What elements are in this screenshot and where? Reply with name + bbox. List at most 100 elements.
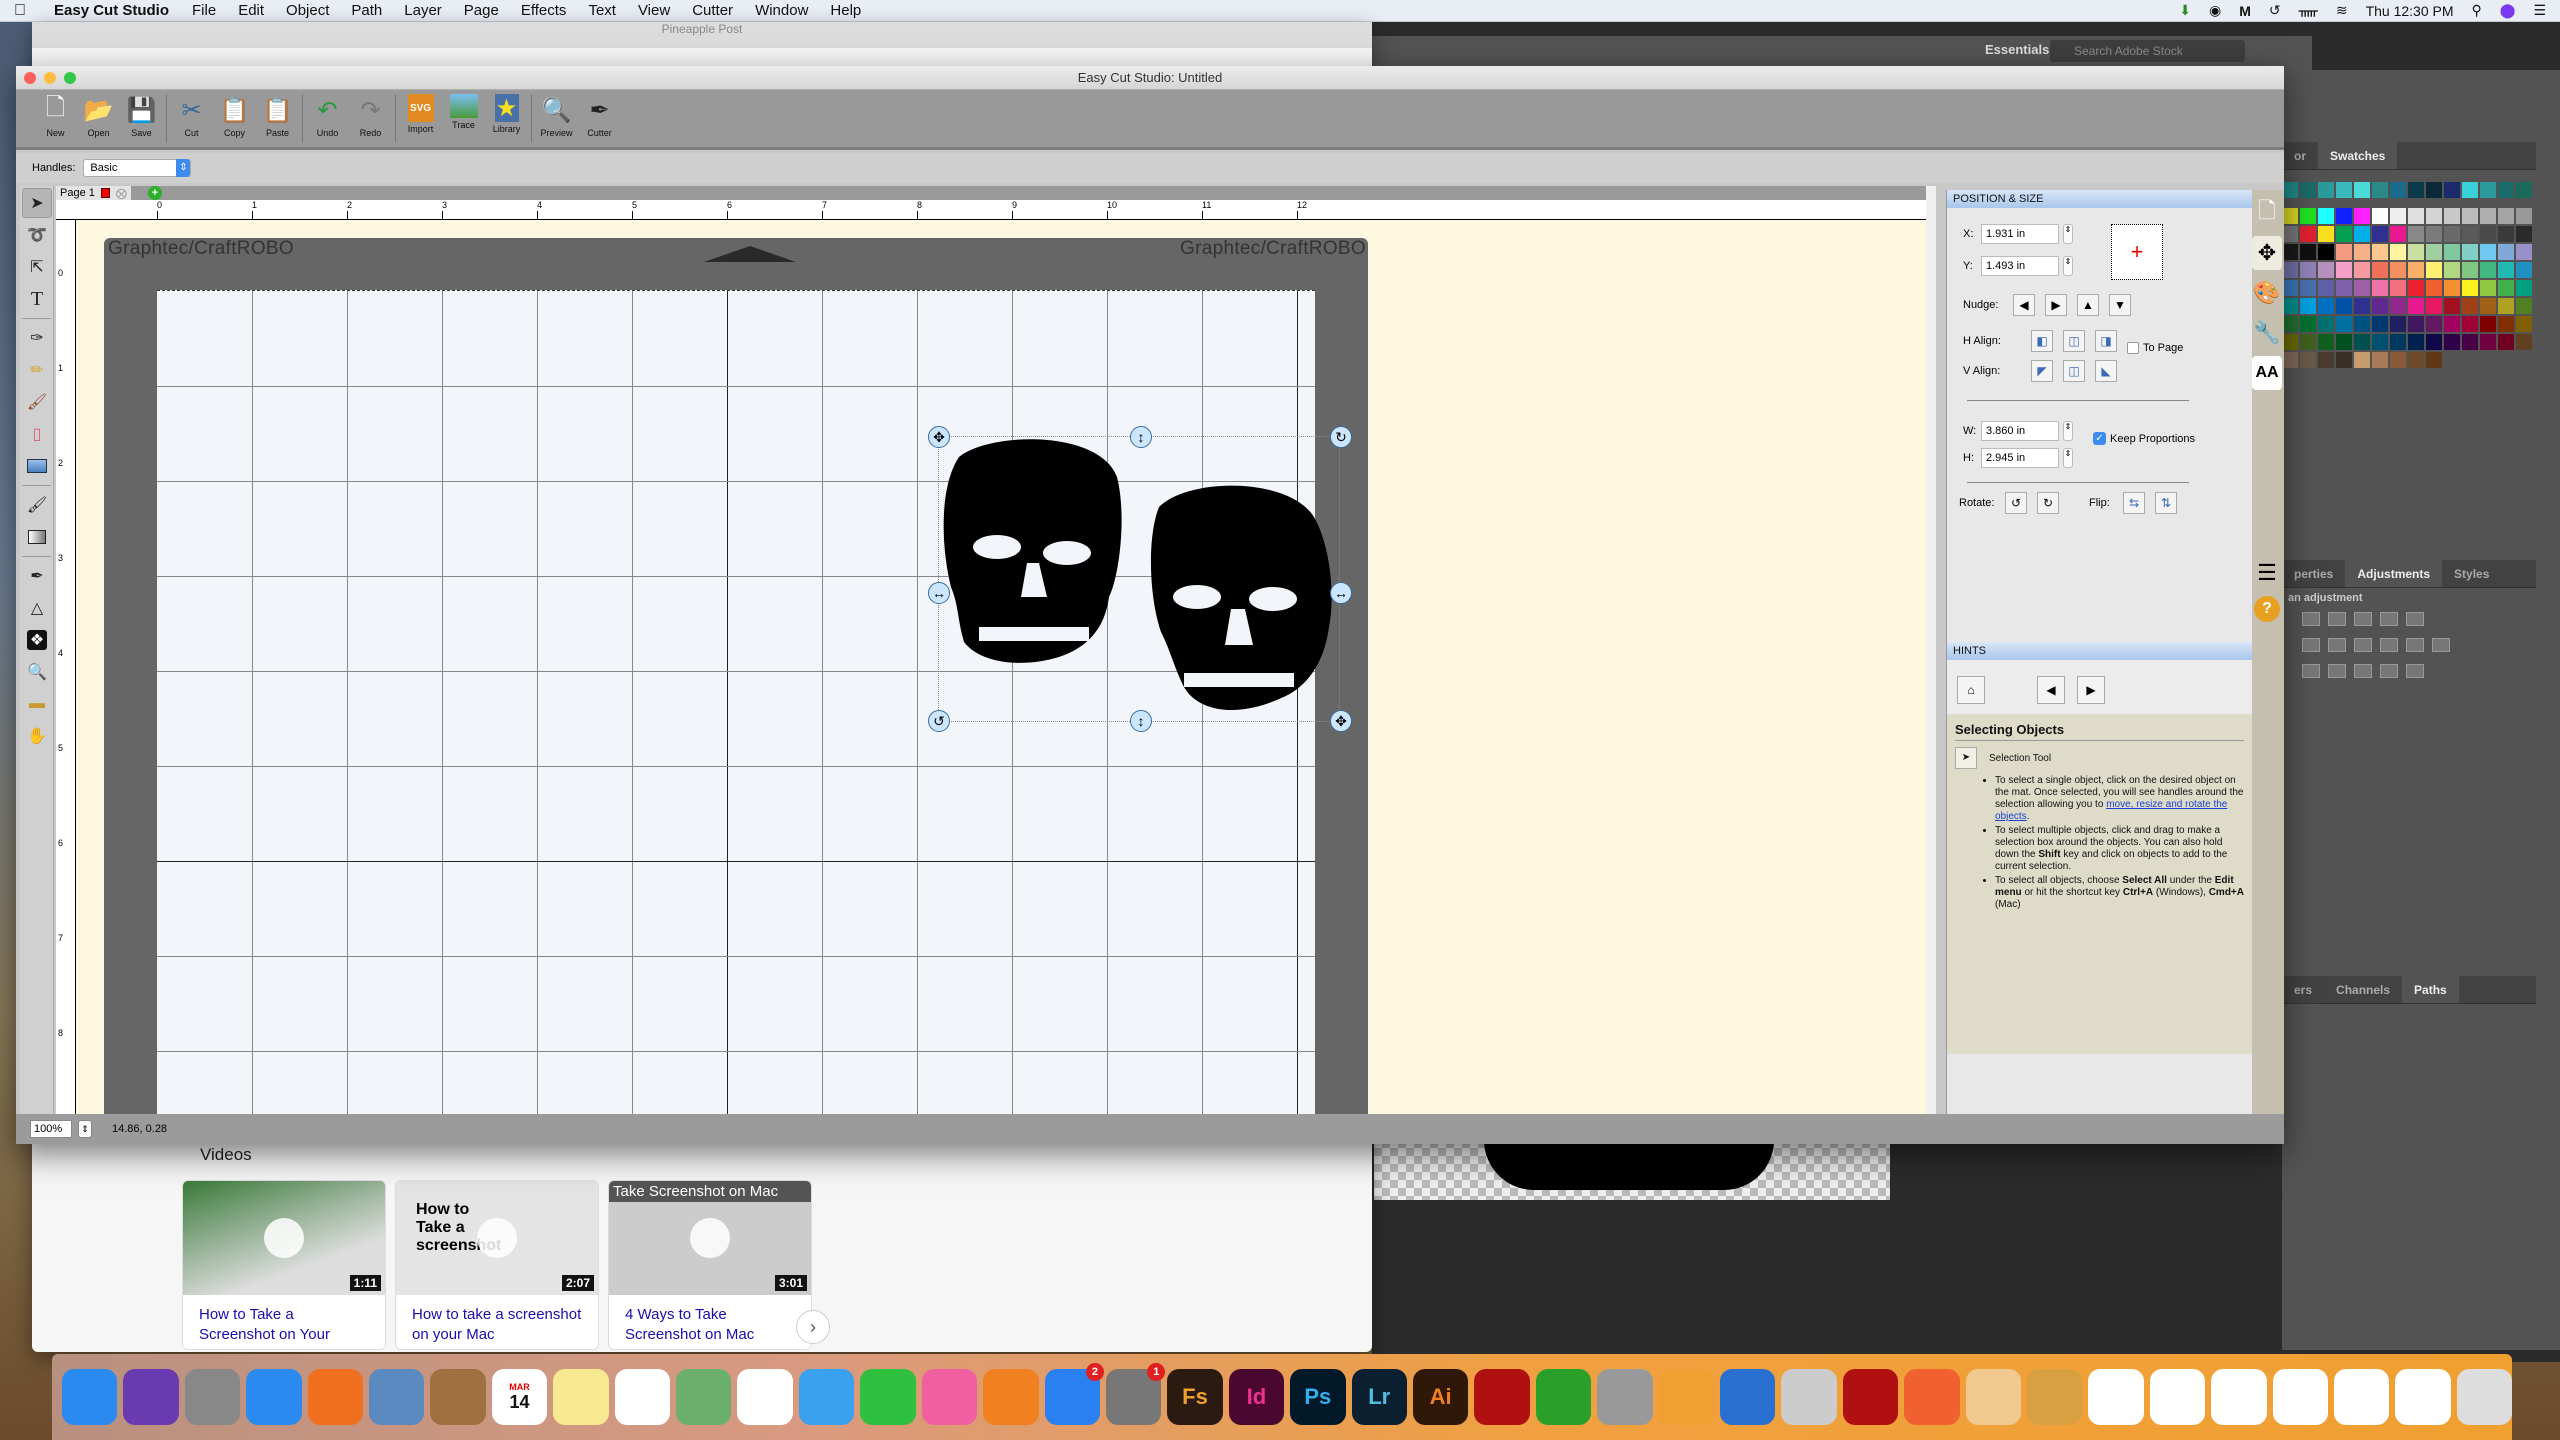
close-window-button[interactable] — [24, 72, 36, 84]
page-panel-icon[interactable]: 🗋 — [2252, 196, 2282, 230]
swatch[interactable] — [2354, 262, 2370, 278]
dock-app-docs[interactable] — [2334, 1369, 2390, 1425]
height-stepper[interactable]: ⇕ — [2063, 448, 2073, 468]
swatch[interactable] — [2480, 244, 2496, 260]
menu-app-name[interactable]: Easy Cut Studio — [40, 2, 181, 19]
dock-app-safari[interactable] — [246, 1369, 302, 1425]
swatch[interactable] — [2354, 352, 2370, 368]
menu-page[interactable]: Page — [453, 2, 510, 19]
swatch[interactable] — [2318, 316, 2334, 332]
width-field[interactable]: 3.860 in — [1981, 420, 2059, 441]
swatch[interactable] — [2372, 226, 2388, 242]
swatch[interactable] — [2282, 208, 2298, 224]
dock-app-itunes[interactable] — [921, 1369, 978, 1425]
nudge-right-button[interactable]: ▶ — [2045, 294, 2067, 316]
save-button[interactable]: 💾 Save — [120, 90, 163, 146]
dock-app-contacts[interactable] — [430, 1369, 486, 1425]
width-stepper[interactable]: ⇕ — [2063, 420, 2073, 441]
swatch[interactable] — [2408, 182, 2424, 198]
hints-home-button[interactable]: ⌂ — [1957, 676, 1985, 704]
dock-app-help[interactable] — [1965, 1369, 2021, 1425]
swatch[interactable] — [2444, 298, 2460, 314]
swatch[interactable] — [2318, 262, 2334, 278]
resize-vertical-handle-icon[interactable]: ↕ — [1130, 426, 1152, 448]
swatch[interactable] — [2390, 182, 2406, 198]
keep-proportions-checkbox[interactable]: ✓ — [2093, 432, 2106, 445]
preview-button[interactable]: 🔍 Preview — [535, 90, 578, 146]
rotate-left-button[interactable]: ↺ — [2005, 492, 2027, 514]
eraser-tool-icon[interactable]: ▯ — [22, 419, 52, 449]
swatch[interactable] — [2354, 298, 2370, 314]
ps-swatch-grid[interactable] — [2282, 208, 2532, 368]
dock-app-notes[interactable] — [553, 1369, 609, 1425]
ps-tab-styles[interactable]: Styles — [2442, 560, 2501, 587]
swatch[interactable] — [2444, 334, 2460, 350]
swatch[interactable] — [2408, 262, 2424, 278]
selection-tool-icon[interactable]: ➤ — [22, 188, 52, 218]
new-button[interactable]: 🗋 New — [34, 90, 77, 146]
cut-button[interactable]: ✂ Cut — [170, 90, 213, 146]
swatch[interactable] — [2444, 226, 2460, 242]
dock-app-docs[interactable] — [2149, 1369, 2206, 1425]
swatch[interactable] — [2426, 352, 2442, 368]
cutter-button[interactable]: ✒ Cutter — [578, 90, 621, 146]
swatch[interactable] — [2318, 334, 2334, 350]
align-right-button[interactable]: ◨ — [2095, 330, 2117, 352]
menu-path[interactable]: Path — [340, 2, 393, 19]
swatch[interactable] — [2354, 244, 2370, 260]
swatch[interactable] — [2336, 352, 2352, 368]
y-stepper[interactable]: ⇕ — [2063, 256, 2073, 276]
swatch[interactable] — [2372, 208, 2388, 224]
swatch[interactable] — [2516, 244, 2532, 260]
canvas-area[interactable]: Page 1 ⨂ + 0 1 2 3 4 5 6 7 8 9 10 11 12 012345678 Gr… — [56, 186, 1936, 1134]
video-title-link[interactable]: How to take a screenshot on your Mac — [396, 1295, 598, 1349]
swatch[interactable] — [2516, 316, 2532, 332]
video-card[interactable]: Take Screenshot on Mac 3:01 4 Ways to Tak… — [608, 1180, 812, 1350]
swatch[interactable] — [2300, 316, 2316, 332]
video-thumbnail[interactable]: How to Take a screenshot 2:07 — [396, 1181, 598, 1295]
dock-app-migration[interactable] — [1719, 1369, 1776, 1425]
malwarebytes-icon[interactable]: M — [2239, 3, 2251, 19]
dock-app-music[interactable] — [1781, 1369, 1837, 1425]
video-title-link[interactable]: How to Take a Screenshot on Your — [183, 1295, 385, 1349]
library-button[interactable]: ★ Library — [485, 90, 528, 146]
reference-point-selector[interactable]: + — [2111, 224, 2163, 280]
zoom-tool-icon[interactable]: 🔍 — [22, 657, 52, 687]
swatch[interactable] — [2480, 334, 2496, 350]
swatch[interactable] — [2282, 182, 2298, 198]
swatch[interactable] — [2408, 334, 2424, 350]
carousel-next-button[interactable]: › — [796, 1310, 830, 1344]
swatch[interactable] — [2300, 280, 2316, 296]
swatch[interactable] — [2372, 182, 2388, 198]
swatch[interactable] — [2390, 280, 2406, 296]
swatch[interactable] — [2498, 262, 2514, 278]
dock-app-maps[interactable] — [676, 1369, 732, 1425]
page-1-tab[interactable]: Page 1 ⨂ — [56, 186, 131, 200]
ps-adjustment-icons-row3[interactable] — [2302, 664, 2424, 678]
import-button[interactable]: SVG Import — [399, 90, 442, 146]
swatch[interactable] — [2516, 208, 2532, 224]
swatch[interactable] — [2282, 316, 2298, 332]
dock-app-docs[interactable] — [2395, 1369, 2451, 1425]
hand-tool-icon[interactable]: ✋ — [22, 721, 52, 751]
dock-app-firefox[interactable] — [307, 1369, 364, 1425]
ps-workspace-switcher[interactable]: Essentials — [1985, 42, 2049, 57]
swatch[interactable] — [2318, 280, 2334, 296]
node-edit-tool-icon[interactable]: ⇱ — [22, 252, 52, 282]
skulls-artwork[interactable] — [939, 437, 1341, 723]
dock-app-archive[interactable] — [2027, 1369, 2083, 1425]
swatch[interactable] — [2318, 208, 2334, 224]
swatch[interactable] — [2462, 262, 2478, 278]
dock-app-siri[interactable] — [123, 1369, 179, 1425]
ps-stock-search-input[interactable]: Search Adobe Stock — [2050, 40, 2245, 62]
clock[interactable]: Thu 12:30 PM — [2366, 3, 2454, 19]
selection-box[interactable] — [938, 436, 1340, 722]
swatch[interactable] — [2426, 298, 2442, 314]
rotate-handle-icon[interactable]: ↻ — [1330, 426, 1352, 448]
creative-cloud-icon[interactable]: ◉ — [2209, 2, 2221, 19]
swatch[interactable] — [2426, 244, 2442, 260]
swatch[interactable] — [2336, 208, 2352, 224]
text-tool-icon[interactable]: T — [22, 284, 52, 314]
menu-object[interactable]: Object — [275, 2, 340, 19]
swatch[interactable] — [2480, 208, 2496, 224]
